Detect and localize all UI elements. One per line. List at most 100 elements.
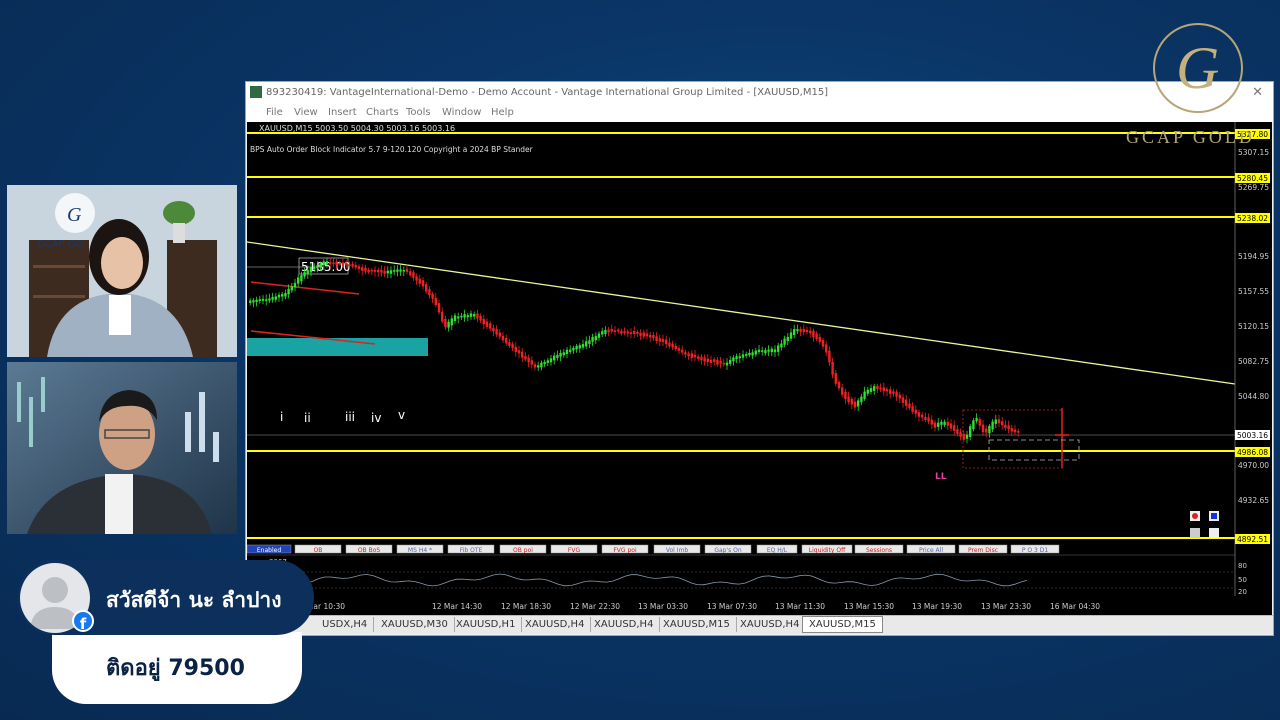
candle-body <box>713 359 716 362</box>
candle-body <box>332 262 335 264</box>
cam-logo-g: G <box>67 204 82 226</box>
chart-tab-active[interactable]: XAUUSD,M15 <box>802 616 883 633</box>
candle-body <box>828 350 831 363</box>
candle-body <box>287 288 290 295</box>
menu-file[interactable]: File <box>266 107 283 118</box>
candle-body <box>786 336 789 341</box>
candle-body <box>847 396 850 403</box>
candle-body <box>370 269 373 272</box>
candle-body <box>581 343 585 348</box>
trading-platform-window[interactable]: 893230419: VantageInternational-Demo - D… <box>245 81 1274 636</box>
candle-body <box>885 389 889 392</box>
candle-body <box>604 330 607 334</box>
candle-body <box>943 421 946 425</box>
candle-body <box>377 269 380 273</box>
candle-body <box>981 424 985 433</box>
candle-body <box>825 344 828 353</box>
candle-body <box>751 352 754 356</box>
candle-body <box>444 318 447 328</box>
trash-icon[interactable] <box>1190 528 1200 538</box>
price-badge-label: 4986.08 <box>1237 448 1268 457</box>
candle-body <box>261 298 265 301</box>
menu-charts[interactable]: Charts <box>366 107 399 118</box>
menu-help[interactable]: Help <box>491 107 514 118</box>
candle-body <box>386 270 389 274</box>
candle-body <box>674 345 677 349</box>
candle-body <box>681 349 684 353</box>
candle-body <box>780 343 783 348</box>
candle-body <box>329 261 332 265</box>
chart-tab[interactable]: XAUUSD,H4 <box>734 617 807 632</box>
candle-body <box>642 332 645 337</box>
candle-body <box>677 348 681 351</box>
candle-body <box>498 332 501 337</box>
trendline[interactable] <box>247 241 1236 385</box>
candle-body <box>345 262 348 265</box>
candle-body <box>549 358 553 363</box>
chart-tab[interactable]: XAUUSD,M15 <box>657 617 737 632</box>
candle-body <box>572 347 575 351</box>
indicator-toggle-label: Price All <box>919 547 943 554</box>
menu-window[interactable]: Window <box>442 107 481 118</box>
candle-body <box>652 334 655 338</box>
candle-body <box>901 397 905 403</box>
candle-body <box>975 418 978 422</box>
time-axis-label: 13 Mar 07:30 <box>707 602 757 611</box>
candle-body <box>716 359 719 365</box>
candle-body <box>924 417 927 420</box>
indicator-toggle-label: FVG poi <box>613 547 637 554</box>
candle-body <box>473 313 476 317</box>
candle-body <box>937 422 940 427</box>
candle-body <box>626 331 629 334</box>
candle-body <box>761 350 764 352</box>
candle-body <box>1013 429 1017 433</box>
candle-body <box>879 387 882 390</box>
chart-tab[interactable]: XAUUSD,H4 <box>519 617 592 632</box>
recent-range-box <box>962 409 1063 469</box>
chart-tab[interactable]: XAUUSD,M30 <box>375 617 455 632</box>
candle-body <box>764 350 767 354</box>
candle-body <box>325 261 329 265</box>
wave-label-ii: ii <box>304 411 311 425</box>
time-axis-label: 12 Mar 14:30 <box>432 602 482 611</box>
candle-body <box>277 294 281 298</box>
candle-body <box>361 267 364 271</box>
chart-tab[interactable]: XAUUSD,H4 <box>588 617 661 632</box>
candle-body <box>729 359 732 364</box>
candle-body <box>745 354 748 356</box>
candle-body <box>501 335 505 341</box>
candle-body <box>706 358 709 363</box>
chart-canvas[interactable]: XAUUSD,M15 5003.50 5004.30 5003.16 5003.… <box>247 122 1272 596</box>
candle-body <box>249 300 252 303</box>
close-icon[interactable]: ✕ <box>1252 85 1263 100</box>
candle-body <box>268 298 271 301</box>
candle-body <box>927 417 930 422</box>
title-bar[interactable]: 893230419: VantageInternational-Demo - D… <box>246 82 1273 104</box>
indicator-toggle-label: OB <box>314 547 323 554</box>
wave-label-v: v <box>398 408 405 422</box>
candle-body <box>453 315 457 322</box>
candle-body <box>389 270 393 274</box>
menu-view[interactable]: View <box>294 107 318 118</box>
candle-body <box>252 300 255 303</box>
candle-body <box>649 334 652 338</box>
candle-body <box>892 391 895 394</box>
candle-body <box>367 269 370 273</box>
minimize-icon[interactable] <box>1209 528 1219 538</box>
candle-body <box>773 349 777 353</box>
candle-body <box>757 349 761 353</box>
menu-tools[interactable]: Tools <box>406 107 431 118</box>
candle-body <box>508 342 511 346</box>
chart-tab[interactable]: XAUUSD,H1 <box>450 617 523 632</box>
app-icon <box>250 86 262 98</box>
candle-body <box>991 421 994 430</box>
candle-body <box>876 385 879 390</box>
price-chart[interactable]: XAUUSD,M15 5003.50 5004.30 5003.16 5003.… <box>247 122 1272 596</box>
candle-body <box>530 360 533 365</box>
candle-body <box>485 321 489 327</box>
chart-tab[interactable]: USDX,H4 <box>316 617 375 632</box>
candle-body <box>293 282 297 288</box>
menu-insert[interactable]: Insert <box>328 107 357 118</box>
indicator-toggle-label: EQ H/L <box>767 547 788 554</box>
price-badge-label: 5280.45 <box>1237 174 1268 183</box>
